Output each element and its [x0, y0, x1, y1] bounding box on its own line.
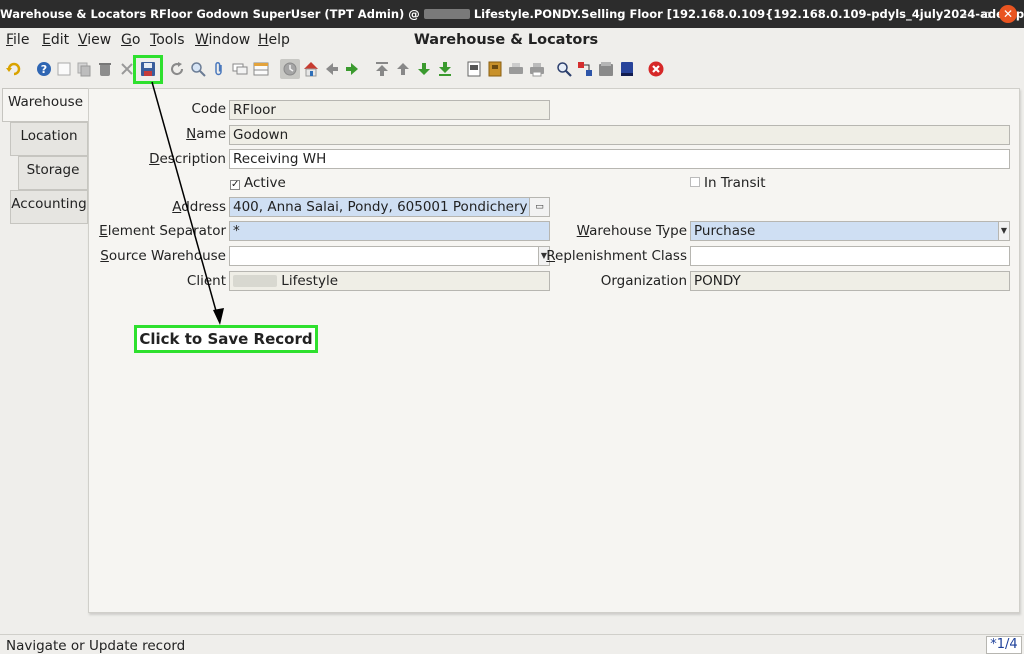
warehouse-type-select[interactable]: Purchase ▼: [690, 221, 1010, 241]
window-heading: Warehouse & Locators: [413, 32, 599, 48]
chevron-down-icon[interactable]: ▼: [998, 222, 1009, 240]
tab-accounting[interactable]: Accounting: [10, 190, 88, 224]
name-label-text: ame: [196, 126, 226, 142]
source-warehouse-label: Source Warehouse: [100, 248, 226, 264]
copy-record-icon[interactable]: [76, 61, 92, 77]
window-title-prefix: Warehouse & Locators RFloor Godown Super…: [0, 7, 420, 21]
organization-label: Organization: [600, 273, 687, 289]
source-warehouse-label-text: ource Warehouse: [108, 248, 226, 264]
print-preview-icon[interactable]: [508, 61, 524, 77]
exit-icon[interactable]: [648, 61, 664, 77]
product-info-icon[interactable]: [619, 61, 635, 77]
menubar: File Edit View Go Tools Window Help Ware…: [0, 28, 1024, 54]
element-separator-label-mnemonic: E: [99, 223, 108, 239]
next-record-icon[interactable]: [416, 61, 432, 77]
description-label-mnemonic: D: [149, 151, 160, 167]
record-count[interactable]: *1/4: [986, 636, 1022, 654]
description-label: Description: [149, 151, 226, 167]
description-field[interactable]: Receiving WH: [229, 149, 1010, 169]
warehouse-type-label-text: arehouse Type: [589, 223, 687, 239]
address-label: Address: [172, 199, 226, 215]
in-transit-checkbox-mark: [690, 177, 700, 187]
source-warehouse-select[interactable]: ▼: [229, 246, 550, 266]
report-icon[interactable]: [466, 61, 482, 77]
history-icon[interactable]: [280, 59, 300, 79]
description-label-text: escription: [159, 151, 227, 167]
last-record-icon[interactable]: [437, 61, 453, 77]
redacted-text: [233, 275, 277, 287]
source-warehouse-label-mnemonic: S: [100, 248, 109, 264]
save-button-highlight: [133, 55, 163, 84]
svg-text:?: ?: [41, 63, 47, 76]
client-label: Client: [186, 273, 226, 289]
grid-toggle-icon[interactable]: [253, 61, 269, 77]
address-value: 400, Anna Salai, Pondy, 605001 Pondicher…: [233, 199, 528, 215]
chat-icon[interactable]: [232, 61, 248, 77]
replenishment-class-label-text: eplenishment Class: [555, 248, 687, 264]
organization-field[interactable]: PONDY: [690, 271, 1010, 291]
replenishment-class-field[interactable]: [690, 246, 1010, 266]
new-record-icon[interactable]: [56, 61, 72, 77]
delete-record-icon[interactable]: [97, 61, 113, 77]
active-checkbox-mark: ✓: [230, 179, 240, 190]
help-icon[interactable]: ?: [36, 61, 52, 77]
zoom-across-icon[interactable]: [556, 61, 572, 77]
print-icon[interactable]: [529, 61, 545, 77]
code-field[interactable]: RFloor: [229, 100, 550, 120]
element-separator-label-text: lement Separator: [107, 223, 226, 239]
tab-warehouse[interactable]: Warehouse: [2, 88, 88, 122]
name-label: Name: [186, 126, 226, 142]
name-field[interactable]: Godown: [229, 125, 1010, 145]
window-title-suffix: Lifestyle.PONDY.Selling Floor [192.168.0…: [473, 7, 1024, 21]
in-transit-checkbox-label: In Transit: [704, 175, 766, 191]
replenishment-class-label-mnemonic: R: [546, 248, 556, 264]
minimize-button[interactable]: –: [955, 5, 973, 23]
code-label: Code: [191, 101, 226, 117]
window-titlebar: Warehouse & Locators RFloor Godown Super…: [0, 0, 1024, 28]
parent-record-icon[interactable]: [324, 61, 340, 77]
first-record-icon[interactable]: [374, 61, 390, 77]
client-value: Lifestyle: [281, 273, 338, 289]
active-checkbox[interactable]: ✓ Active: [230, 175, 286, 191]
warehouse-type-label-mnemonic: W: [576, 223, 590, 239]
status-text: Navigate or Update record: [6, 638, 186, 654]
refresh-icon[interactable]: [169, 61, 185, 77]
address-label-text: ddress: [181, 199, 226, 215]
previous-record-icon[interactable]: [395, 61, 411, 77]
statusbar: Navigate or Update record *1/4: [0, 634, 1024, 654]
home-icon[interactable]: [303, 61, 319, 77]
warehouse-type-value: Purchase: [694, 223, 756, 239]
redacted-text: [423, 9, 470, 19]
element-separator-label: Element Separator: [99, 223, 226, 239]
in-transit-checkbox[interactable]: In Transit: [690, 175, 766, 191]
detail-record-icon[interactable]: [344, 61, 360, 77]
element-separator-field[interactable]: *: [229, 221, 550, 241]
client-field[interactable]: Lifestyle: [229, 271, 550, 291]
workflow-icon[interactable]: [577, 61, 593, 77]
replenishment-class-label: Replenishment Class: [546, 248, 687, 264]
name-label-mnemonic: N: [186, 126, 197, 142]
request-icon[interactable]: [598, 61, 614, 77]
window-title: Warehouse & Locators RFloor Godown Super…: [0, 7, 1024, 21]
maximize-button[interactable]: ▫: [977, 5, 995, 23]
address-lookup-icon[interactable]: ▭: [529, 198, 549, 216]
tab-storage[interactable]: Storage: [18, 156, 88, 190]
archive-icon[interactable]: [487, 61, 503, 77]
undo-icon[interactable]: [6, 61, 22, 77]
find-icon[interactable]: [190, 61, 206, 77]
attachment-icon[interactable]: [211, 61, 227, 77]
address-label-mnemonic: A: [172, 199, 182, 215]
address-field[interactable]: 400, Anna Salai, Pondy, 605001 Pondicher…: [229, 197, 550, 217]
warehouse-type-label: Warehouse Type: [577, 223, 687, 239]
active-checkbox-label: Active: [244, 175, 286, 191]
callout-save-record: Click to Save Record: [134, 325, 318, 353]
tab-location[interactable]: Location: [10, 122, 88, 156]
close-window-button[interactable]: ✕: [999, 5, 1017, 23]
